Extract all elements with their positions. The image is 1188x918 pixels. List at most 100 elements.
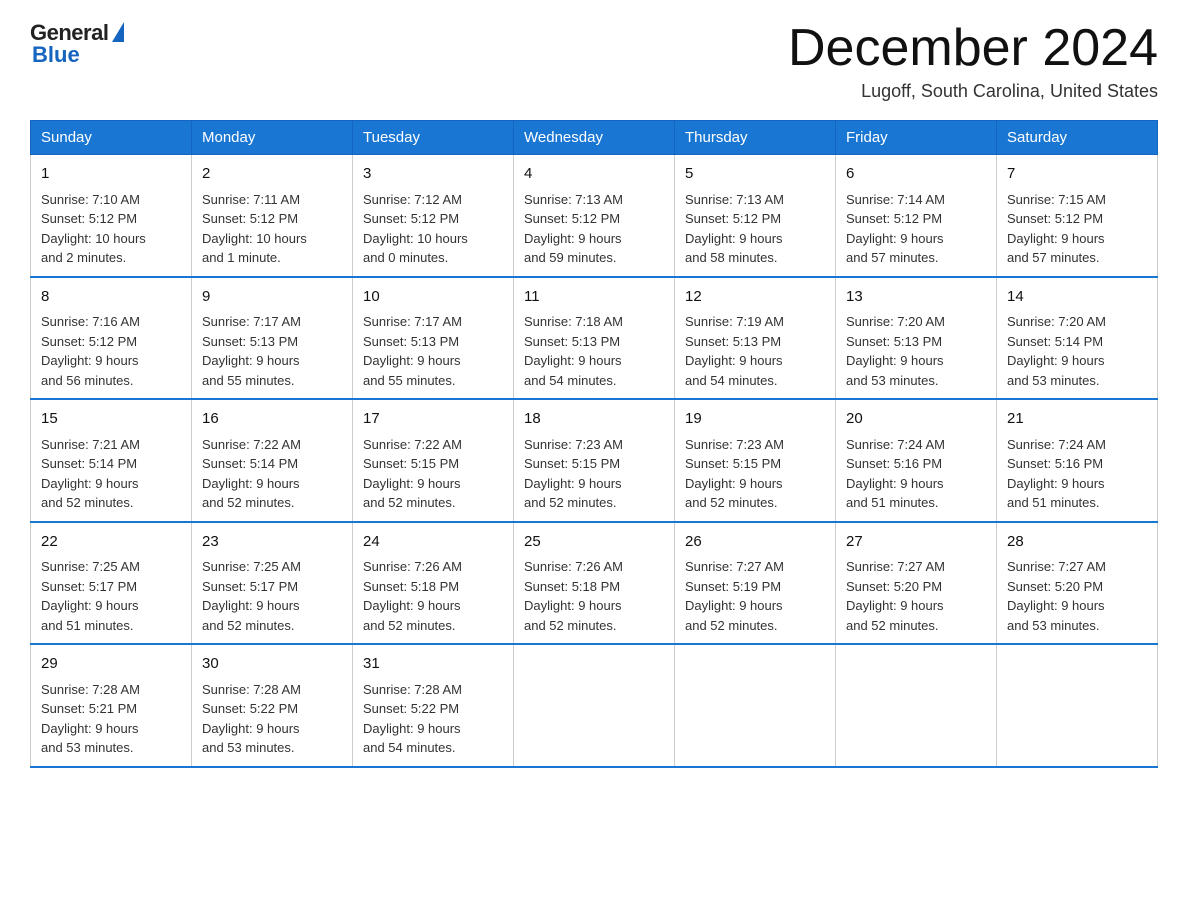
calendar-cell: 3Sunrise: 7:12 AMSunset: 5:12 PMDaylight… xyxy=(353,155,514,277)
calendar-cell: 1 Sunrise: 7:10 AMSunset: 5:12 PMDaylight… xyxy=(31,155,192,277)
day-number: 13 xyxy=(846,286,986,309)
calendar-cell: 17 Sunrise: 7:22 AMSunset: 5:15 PMDayligh… xyxy=(353,399,514,522)
location-text: Lugoff, South Carolina, United States xyxy=(788,81,1158,102)
day-number: 17 xyxy=(363,408,503,431)
header-row: SundayMondayTuesdayWednesdayThursdayFrid… xyxy=(31,121,1158,155)
day-number: 8 xyxy=(41,286,181,309)
calendar-cell: 22Sunrise: 7:25 AMSunset: 5:17 PMDayligh… xyxy=(31,522,192,645)
day-number: 12 xyxy=(685,286,825,309)
day-info: Sunrise: 7:28 AMSunset: 5:22 PMDaylight:… xyxy=(202,682,301,756)
day-number: 29 xyxy=(41,653,181,676)
calendar-cell: 23Sunrise: 7:25 AMSunset: 5:17 PMDayligh… xyxy=(192,522,353,645)
calendar-cell xyxy=(514,644,675,767)
day-info: Sunrise: 7:22 AMSunset: 5:15 PMDaylight:… xyxy=(363,437,462,511)
day-info: Sunrise: 7:26 AMSunset: 5:18 PMDaylight:… xyxy=(524,559,623,633)
title-block: December 2024 Lugoff, South Carolina, Un… xyxy=(788,20,1158,102)
calendar-cell: 24Sunrise: 7:26 AMSunset: 5:18 PMDayligh… xyxy=(353,522,514,645)
calendar-cell: 21 Sunrise: 7:24 AMSunset: 5:16 PMDayligh… xyxy=(997,399,1158,522)
day-number: 30 xyxy=(202,653,342,676)
day-number: 25 xyxy=(524,531,664,554)
page-header: General Blue December 2024 Lugoff, South… xyxy=(30,20,1158,102)
calendar-cell: 16 Sunrise: 7:22 AMSunset: 5:14 PMDayligh… xyxy=(192,399,353,522)
day-info: Sunrise: 7:10 AMSunset: 5:12 PMDaylight:… xyxy=(41,192,146,266)
calendar-cell: 10Sunrise: 7:17 AMSunset: 5:13 PMDayligh… xyxy=(353,277,514,400)
day-info: Sunrise: 7:28 AMSunset: 5:21 PMDaylight:… xyxy=(41,682,140,756)
header-tuesday: Tuesday xyxy=(353,121,514,155)
day-info: Sunrise: 7:13 AMSunset: 5:12 PMDaylight:… xyxy=(524,192,623,266)
day-number: 21 xyxy=(1007,408,1147,431)
day-info: Sunrise: 7:27 AMSunset: 5:20 PMDaylight:… xyxy=(1007,559,1106,633)
day-number: 1 xyxy=(41,163,181,186)
calendar-cell: 12 Sunrise: 7:19 AMSunset: 5:13 PMDayligh… xyxy=(675,277,836,400)
calendar-cell: 28 Sunrise: 7:27 AMSunset: 5:20 PMDayligh… xyxy=(997,522,1158,645)
day-number: 28 xyxy=(1007,531,1147,554)
logo-blue-text: Blue xyxy=(32,42,80,68)
calendar-cell: 2 Sunrise: 7:11 AMSunset: 5:12 PMDaylight… xyxy=(192,155,353,277)
calendar-cell xyxy=(675,644,836,767)
calendar-table: SundayMondayTuesdayWednesdayThursdayFrid… xyxy=(30,120,1158,768)
day-number: 20 xyxy=(846,408,986,431)
day-info: Sunrise: 7:25 AMSunset: 5:17 PMDaylight:… xyxy=(202,559,301,633)
day-number: 19 xyxy=(685,408,825,431)
day-number: 31 xyxy=(363,653,503,676)
logo: General Blue xyxy=(30,20,124,68)
day-info: Sunrise: 7:26 AMSunset: 5:18 PMDaylight:… xyxy=(363,559,462,633)
calendar-cell: 14 Sunrise: 7:20 AMSunset: 5:14 PMDayligh… xyxy=(997,277,1158,400)
day-info: Sunrise: 7:18 AMSunset: 5:13 PMDaylight:… xyxy=(524,314,623,388)
day-info: Sunrise: 7:22 AMSunset: 5:14 PMDaylight:… xyxy=(202,437,301,511)
calendar-cell: 25 Sunrise: 7:26 AMSunset: 5:18 PMDayligh… xyxy=(514,522,675,645)
calendar-cell xyxy=(836,644,997,767)
week-row-2: 8 Sunrise: 7:16 AMSunset: 5:12 PMDaylight… xyxy=(31,277,1158,400)
day-number: 18 xyxy=(524,408,664,431)
day-number: 5 xyxy=(685,163,825,186)
day-info: Sunrise: 7:21 AMSunset: 5:14 PMDaylight:… xyxy=(41,437,140,511)
day-info: Sunrise: 7:20 AMSunset: 5:13 PMDaylight:… xyxy=(846,314,945,388)
day-info: Sunrise: 7:20 AMSunset: 5:14 PMDaylight:… xyxy=(1007,314,1106,388)
day-number: 14 xyxy=(1007,286,1147,309)
calendar-cell: 29 Sunrise: 7:28 AMSunset: 5:21 PMDayligh… xyxy=(31,644,192,767)
day-info: Sunrise: 7:19 AMSunset: 5:13 PMDaylight:… xyxy=(685,314,784,388)
day-info: Sunrise: 7:16 AMSunset: 5:12 PMDaylight:… xyxy=(41,314,140,388)
day-info: Sunrise: 7:13 AMSunset: 5:12 PMDaylight:… xyxy=(685,192,784,266)
header-sunday: Sunday xyxy=(31,121,192,155)
calendar-cell: 5 Sunrise: 7:13 AMSunset: 5:12 PMDaylight… xyxy=(675,155,836,277)
calendar-cell: 6 Sunrise: 7:14 AMSunset: 5:12 PMDaylight… xyxy=(836,155,997,277)
calendar-cell xyxy=(997,644,1158,767)
day-info: Sunrise: 7:17 AMSunset: 5:13 PMDaylight:… xyxy=(202,314,301,388)
day-info: Sunrise: 7:24 AMSunset: 5:16 PMDaylight:… xyxy=(1007,437,1106,511)
logo-triangle-icon xyxy=(112,22,124,42)
day-number: 11 xyxy=(524,286,664,309)
day-number: 10 xyxy=(363,286,503,309)
day-number: 7 xyxy=(1007,163,1147,186)
calendar-cell: 18Sunrise: 7:23 AMSunset: 5:15 PMDayligh… xyxy=(514,399,675,522)
calendar-cell: 7 Sunrise: 7:15 AMSunset: 5:12 PMDaylight… xyxy=(997,155,1158,277)
day-info: Sunrise: 7:23 AMSunset: 5:15 PMDaylight:… xyxy=(685,437,784,511)
day-info: Sunrise: 7:11 AMSunset: 5:12 PMDaylight:… xyxy=(202,192,307,266)
calendar-cell: 27 Sunrise: 7:27 AMSunset: 5:20 PMDayligh… xyxy=(836,522,997,645)
month-title: December 2024 xyxy=(788,20,1158,77)
header-thursday: Thursday xyxy=(675,121,836,155)
week-row-4: 22 Sunrise: 7:25 AMSunset: 5:17 PMDayligh… xyxy=(31,522,1158,645)
day-info: Sunrise: 7:15 AMSunset: 5:12 PMDaylight:… xyxy=(1007,192,1106,266)
day-info: Sunrise: 7:27 AMSunset: 5:20 PMDaylight:… xyxy=(846,559,945,633)
day-number: 9 xyxy=(202,286,342,309)
calendar-cell: 8 Sunrise: 7:16 AMSunset: 5:12 PMDaylight… xyxy=(31,277,192,400)
calendar-cell: 13 Sunrise: 7:20 AMSunset: 5:13 PMDayligh… xyxy=(836,277,997,400)
calendar-cell: 26Sunrise: 7:27 AMSunset: 5:19 PMDayligh… xyxy=(675,522,836,645)
header-friday: Friday xyxy=(836,121,997,155)
calendar-cell: 19 Sunrise: 7:23 AMSunset: 5:15 PMDayligh… xyxy=(675,399,836,522)
week-row-3: 15 Sunrise: 7:21 AMSunset: 5:14 PMDayligh… xyxy=(31,399,1158,522)
day-number: 16 xyxy=(202,408,342,431)
day-info: Sunrise: 7:14 AMSunset: 5:12 PMDaylight:… xyxy=(846,192,945,266)
day-number: 22 xyxy=(41,531,181,554)
day-number: 4 xyxy=(524,163,664,186)
header-saturday: Saturday xyxy=(997,121,1158,155)
day-info: Sunrise: 7:12 AMSunset: 5:12 PMDaylight:… xyxy=(363,192,468,266)
day-number: 2 xyxy=(202,163,342,186)
day-number: 15 xyxy=(41,408,181,431)
day-number: 6 xyxy=(846,163,986,186)
day-number: 27 xyxy=(846,531,986,554)
calendar-cell: 30 Sunrise: 7:28 AMSunset: 5:22 PMDayligh… xyxy=(192,644,353,767)
calendar-cell: 11 Sunrise: 7:18 AMSunset: 5:13 PMDayligh… xyxy=(514,277,675,400)
header-monday: Monday xyxy=(192,121,353,155)
